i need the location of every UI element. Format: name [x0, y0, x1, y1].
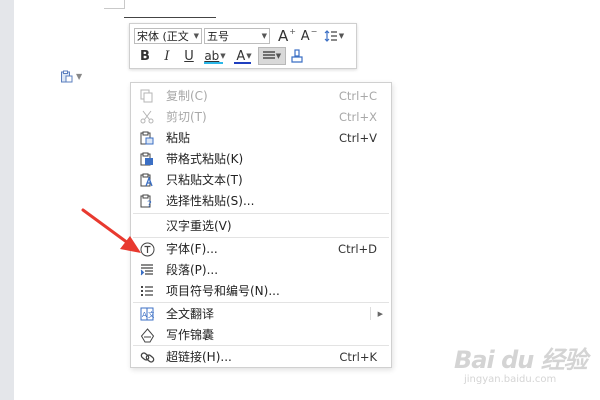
- menu-item-shortcut: Ctrl+K: [339, 349, 377, 364]
- menu-item-label: 复制(C): [166, 89, 208, 103]
- underline-icon: U: [184, 48, 194, 64]
- context-menu: 复制(C) Ctrl+C 剪切(T) Ctrl+X 粘贴 Ctrl+V 带格式粘…: [130, 82, 392, 368]
- menu-item-label: 段落(P)...: [166, 263, 219, 277]
- paste-options-icon: [61, 70, 73, 83]
- bold-button[interactable]: B: [134, 47, 156, 65]
- menu-item-full-translate[interactable]: A文 全文翻译 ▶: [131, 303, 391, 324]
- menu-item-writing-kit[interactable]: 写作锦囊: [131, 324, 391, 345]
- menu-item-cut[interactable]: 剪切(T) Ctrl+X: [131, 106, 391, 127]
- italic-button[interactable]: I: [156, 47, 178, 65]
- menu-item-paste[interactable]: 粘贴 Ctrl+V: [131, 127, 391, 148]
- menu-item-font[interactable]: 字体(F)... Ctrl+D: [131, 238, 391, 259]
- menu-item-copy[interactable]: 复制(C) Ctrl+C: [131, 85, 391, 106]
- align-button[interactable]: ▼: [258, 47, 286, 65]
- menu-item-label: 选择性粘贴(S)...: [166, 194, 255, 208]
- paste-format-icon: [139, 151, 155, 167]
- grow-font-button[interactable]: A +: [276, 27, 298, 46]
- paste-options-button[interactable]: ▼: [60, 70, 82, 83]
- font-name-value: 宋体 (正文: [137, 30, 189, 43]
- font-color-button[interactable]: A ▼: [230, 47, 258, 65]
- format-painter-icon: [291, 49, 303, 63]
- scissors-icon: [139, 109, 155, 125]
- menu-item-label: 汉字重选(V): [166, 219, 232, 233]
- align-icon: [262, 51, 275, 59]
- menu-item-label: 剪切(T): [166, 110, 207, 124]
- menu-item-label: 写作锦囊: [166, 328, 215, 342]
- writing-kit-icon: [139, 327, 155, 343]
- format-painter-button[interactable]: [286, 47, 308, 65]
- line-spacing-button[interactable]: ▼: [320, 27, 348, 45]
- svg-text:A: A: [142, 311, 147, 319]
- font-name-combo[interactable]: 宋体 (正文 ▼: [134, 28, 202, 44]
- menu-item-bullets-numbering[interactable]: 项目符号和编号(N)...: [131, 280, 391, 301]
- menu-item-label: 带格式粘贴(K): [166, 152, 244, 166]
- mini-toolbar: 宋体 (正文 ▼ 五号 ▼ A + A − ▼ B I U ab ▼ A ▼ ▼: [129, 23, 357, 69]
- font-size-value: 五号: [207, 30, 229, 43]
- menu-item-paste-with-format[interactable]: 带格式粘贴(K): [131, 148, 391, 169]
- menu-item-shortcut: Ctrl+C: [338, 88, 377, 103]
- menu-item-label: 全文翻译: [166, 307, 215, 321]
- grow-font-icon: A: [278, 27, 289, 45]
- paste-special-icon: ?: [139, 193, 155, 209]
- paste-icon: [139, 130, 155, 146]
- underline-button[interactable]: U: [178, 47, 200, 65]
- menu-item-shortcut: Ctrl+D: [338, 241, 377, 256]
- shrink-font-icon: A: [300, 28, 310, 44]
- baidu-watermark: Bai du 经验 jingyan.baidu.com: [450, 340, 590, 395]
- highlight-icon: ab: [204, 49, 220, 63]
- link-icon: [139, 349, 155, 365]
- chevron-down-icon[interactable]: ▼: [276, 52, 281, 60]
- line-spacing-icon: [324, 30, 337, 42]
- submenu-divider: [370, 307, 371, 320]
- highlight-button[interactable]: ab ▼: [200, 47, 230, 65]
- font-color-bar: [234, 62, 251, 64]
- svg-text:文: 文: [148, 310, 154, 319]
- paragraph-icon: [139, 262, 155, 278]
- bold-icon: B: [140, 48, 150, 64]
- menu-item-label: 字体(F)...: [166, 242, 218, 256]
- watermark-url: jingyan.baidu.com: [464, 374, 557, 385]
- font-size-combo[interactable]: 五号 ▼: [204, 28, 270, 44]
- menu-item-shortcut: Ctrl+X: [339, 109, 377, 124]
- bullet-list-icon: [139, 283, 155, 299]
- chevron-down-icon[interactable]: ▼: [220, 52, 225, 60]
- chevron-down-icon[interactable]: ▼: [194, 32, 199, 40]
- copy-icon: [139, 88, 155, 104]
- left-gutter: [0, 0, 14, 400]
- italic-icon: I: [164, 48, 170, 64]
- translate-icon: A文: [139, 306, 155, 322]
- menu-item-label: 超链接(H)...: [166, 350, 232, 364]
- svg-text:?: ?: [147, 200, 152, 208]
- chevron-down-icon[interactable]: ▼: [339, 32, 344, 40]
- menu-item-label: 只粘贴文本(T): [166, 173, 243, 187]
- menu-item-shortcut: Ctrl+V: [339, 130, 377, 145]
- highlight-color-bar: [204, 62, 223, 64]
- menu-separator: [133, 213, 389, 214]
- page-margin-corner: [104, 0, 125, 9]
- menu-item-paste-special[interactable]: ? 选择性粘贴(S)...: [131, 190, 391, 211]
- chevron-down-icon[interactable]: ▼: [262, 32, 267, 40]
- menu-item-paste-text-only[interactable]: 只粘贴文本(T): [131, 169, 391, 190]
- menu-item-label: 粘贴: [166, 131, 191, 145]
- menu-item-hyperlink[interactable]: 超链接(H)... Ctrl+K: [131, 346, 391, 367]
- menu-item-paragraph[interactable]: 段落(P)...: [131, 259, 391, 280]
- menu-item-reselect-chinese[interactable]: 汉字重选(V): [131, 215, 391, 236]
- chevron-down-icon: ▼: [76, 72, 83, 81]
- font-icon: [139, 241, 155, 257]
- selected-text-underline: [124, 17, 216, 18]
- shrink-font-button[interactable]: A −: [298, 27, 320, 45]
- chevron-right-icon[interactable]: ▶: [378, 310, 383, 318]
- menu-item-label: 项目符号和编号(N)...: [166, 284, 280, 298]
- watermark-brand: Bai du 经验: [454, 346, 588, 374]
- chevron-down-icon[interactable]: ▼: [246, 52, 251, 60]
- paste-text-icon: [139, 172, 155, 188]
